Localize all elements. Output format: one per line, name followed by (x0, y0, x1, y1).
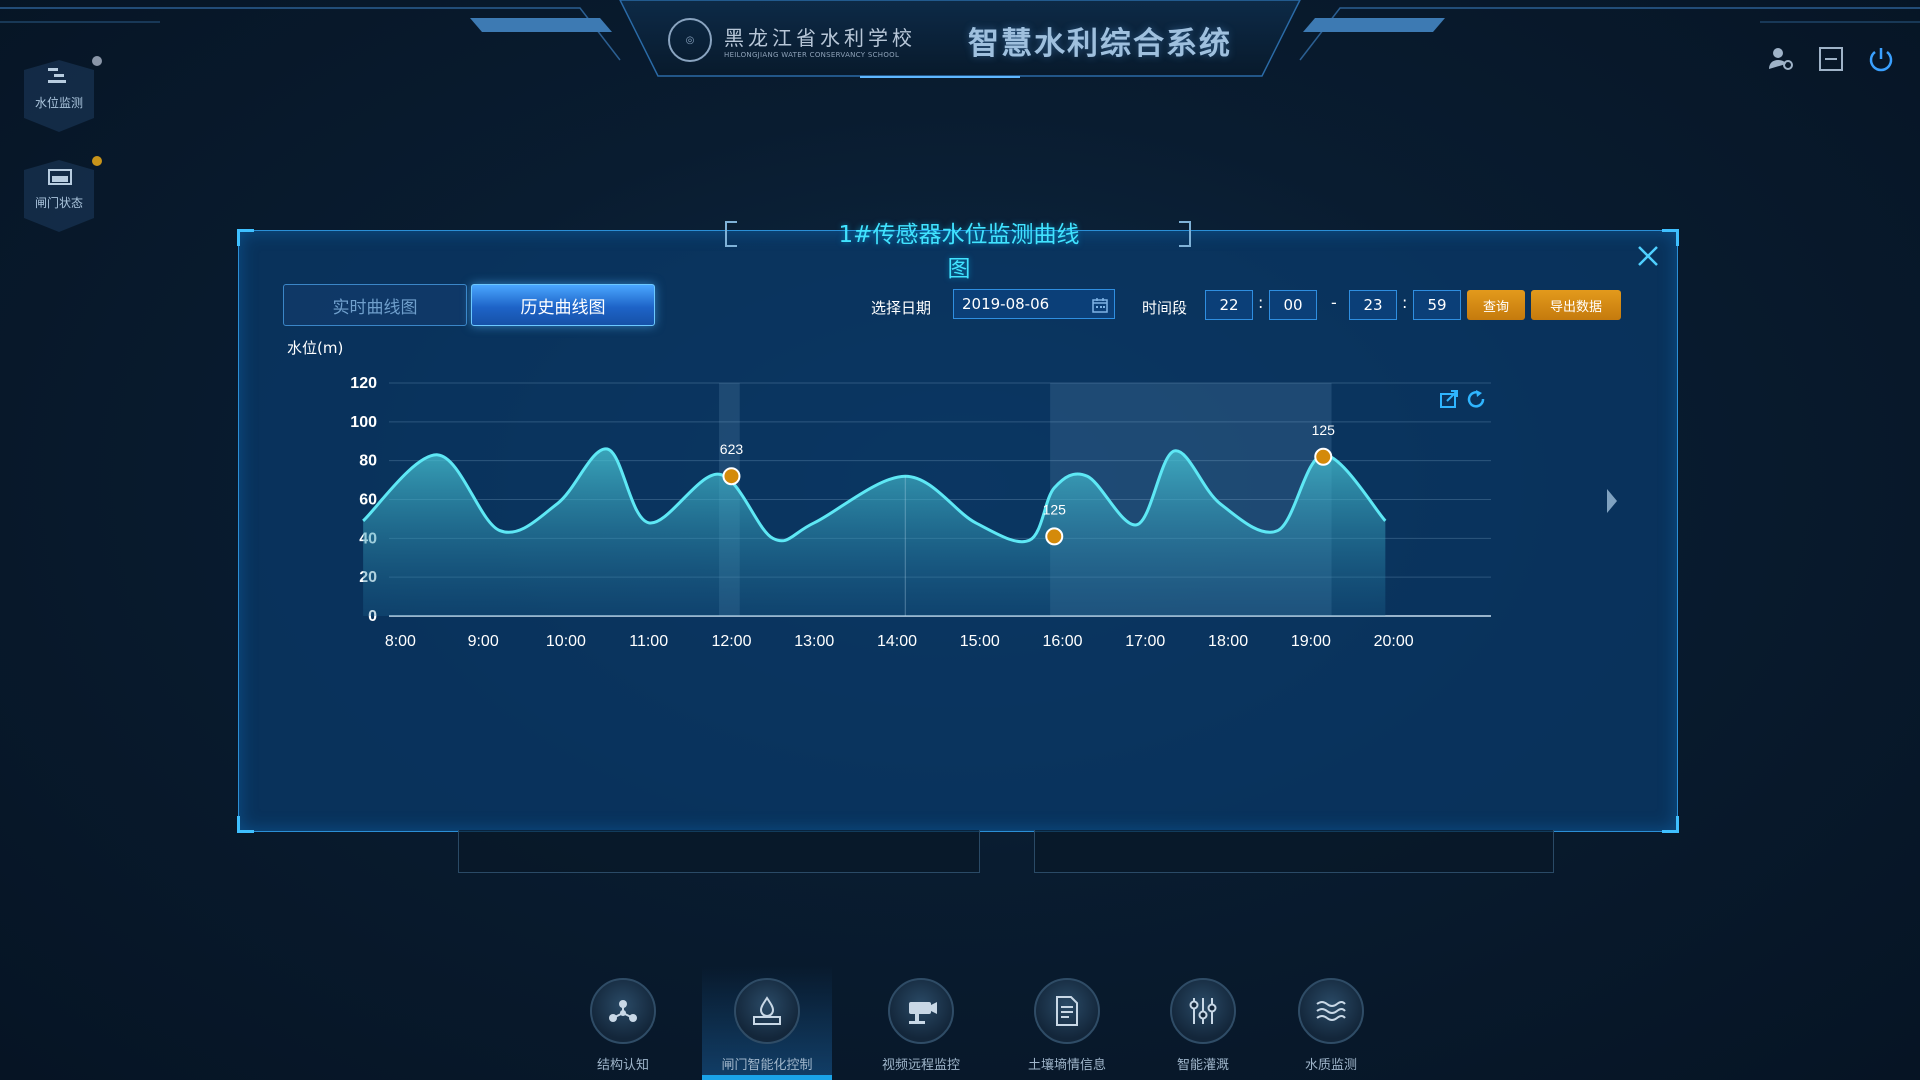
active-nav-indicator (702, 1075, 832, 1080)
chart-toolbar[interactable] (1440, 390, 1485, 408)
date-picker-input[interactable]: 2019-08-06 (953, 289, 1115, 319)
title-bracket-left (725, 221, 737, 247)
school-brand: ◎ 黑龙江省水利学校 HEILONGJIANG WATER CONSERVANC… (668, 18, 916, 62)
query-button[interactable]: 查询 (1467, 290, 1525, 320)
x-tick-label: 13:00 (794, 633, 834, 650)
nav-label: 水质监测 (1304, 1058, 1357, 1073)
system-title: 智慧水利综合系统 (968, 26, 1232, 62)
side-nav-label: 闸门状态 (34, 196, 83, 210)
document-icon (1056, 996, 1078, 1026)
tab-history-curve[interactable]: 历史曲线图 (471, 284, 655, 326)
nav-water-quality[interactable]: 水质监测 (1276, 978, 1386, 1073)
water-level-chart-dialog: 1#传感器水位监测曲线图 实时曲线图 历史曲线图 选择日期 2019-08-06… (237, 221, 1679, 833)
x-tick-label: 12:00 (711, 633, 751, 650)
corner-decoration (237, 229, 254, 246)
data-label: 125 (1312, 422, 1336, 438)
time-colon: : (1258, 293, 1264, 312)
nav-label: 结构认知 (596, 1058, 649, 1073)
nav-gate-control[interactable]: 闸门智能化控制 (712, 978, 822, 1073)
x-tick-label: 9:00 (468, 633, 499, 650)
bottom-panel-left (458, 830, 980, 873)
end-minute-input[interactable]: 59 (1413, 290, 1461, 320)
period-label: 时间段 (1142, 299, 1188, 317)
camera-icon (909, 1002, 937, 1024)
x-tick-label: 10:00 (546, 633, 586, 650)
bottom-panel-right (1034, 830, 1554, 873)
y-tick-label: 100 (350, 414, 377, 431)
y-axis-label: 水位(m) (287, 339, 343, 357)
school-name-en: HEILONGJIANG WATER CONSERVANCY SCHOOL (724, 50, 900, 59)
time-colon: : (1402, 293, 1408, 312)
x-tick-label: 15:00 (960, 633, 1000, 650)
school-name-cn: 黑龙江省水利学校 (724, 25, 916, 50)
data-label: 623 (720, 441, 744, 457)
school-logo: ◎ (668, 18, 712, 62)
status-dot (92, 56, 102, 66)
calendar-icon[interactable] (1092, 297, 1108, 313)
nav-label: 智能灌溉 (1176, 1058, 1229, 1073)
user-settings-icon[interactable] (1766, 44, 1796, 74)
x-tick-label: 11:00 (629, 633, 668, 650)
start-hour-input[interactable]: 22 (1205, 290, 1253, 320)
nav-soil-moisture[interactable]: 土壤墒情信息 (1012, 978, 1122, 1073)
start-minute-input[interactable]: 00 (1269, 290, 1317, 320)
data-label: 125 (1043, 501, 1067, 517)
nav-label: 视频远程监控 (881, 1058, 960, 1073)
minimize-icon[interactable] (1816, 44, 1846, 74)
y-tick-label: 80 (359, 453, 377, 470)
nav-label: 闸门智能化控制 (721, 1058, 813, 1073)
water-level-chart: 020406080100120水位(m)8:009:0010:0011:0012… (287, 339, 1617, 650)
nav-video-monitor[interactable]: 视频远程监控 (866, 978, 976, 1073)
corner-decoration (1662, 229, 1679, 246)
nav-structure[interactable]: 结构认知 (568, 978, 678, 1073)
side-nav-water-level[interactable]: 水位监测 (22, 56, 102, 136)
power-icon[interactable] (1866, 44, 1896, 74)
gate-control-icon (753, 996, 781, 1025)
x-tick-label: 18:00 (1208, 633, 1248, 650)
title-bracket-right (1179, 221, 1191, 247)
tab-realtime-curve[interactable]: 实时曲线图 (283, 284, 467, 326)
date-label: 选择日期 (871, 299, 932, 317)
data-point-marker (1314, 447, 1333, 466)
dialog-title: 1#传感器水位监测曲线图 (838, 222, 1080, 282)
structure-icon (609, 1000, 637, 1022)
close-icon[interactable] (1635, 243, 1661, 269)
side-nav-label: 水位监测 (34, 96, 83, 110)
x-tick-label: 8:00 (385, 633, 416, 650)
x-tick-label: 14:00 (877, 633, 917, 650)
gate-icon (48, 169, 72, 185)
x-tick-label: 20:00 (1374, 633, 1414, 650)
y-tick-label: 60 (359, 492, 377, 509)
data-point-marker (722, 467, 741, 486)
x-tick-label: 19:00 (1291, 633, 1331, 650)
export-image-icon[interactable] (1440, 390, 1458, 408)
header-frame (0, 0, 1920, 78)
y-tick-label: 120 (350, 375, 377, 392)
range-separator: - (1331, 293, 1337, 312)
water-level-icon (48, 68, 66, 83)
sliders-icon (1189, 998, 1217, 1024)
side-nav-gate-status[interactable]: 闸门状态 (22, 156, 102, 236)
end-hour-input[interactable]: 23 (1349, 290, 1397, 320)
water-waves-icon (1316, 1001, 1346, 1021)
nav-smart-irrigation[interactable]: 智能灌溉 (1148, 978, 1258, 1073)
date-value: 2019-08-06 (962, 295, 1050, 313)
next-arrow-icon[interactable] (1607, 489, 1617, 513)
nav-label: 土壤墒情信息 (1027, 1058, 1106, 1073)
data-point-marker (1045, 527, 1064, 546)
x-tick-label: 16:00 (1043, 633, 1083, 650)
status-dot (92, 156, 102, 166)
chart-area: 020406080100120水位(m)8:009:0010:0011:0012… (239, 331, 1677, 831)
refresh-icon[interactable] (1467, 390, 1485, 408)
top-header: ◎ 黑龙江省水利学校 HEILONGJIANG WATER CONSERVANC… (0, 0, 1920, 90)
x-tick-label: 17:00 (1125, 633, 1165, 650)
export-data-button[interactable]: 导出数据 (1531, 290, 1621, 320)
